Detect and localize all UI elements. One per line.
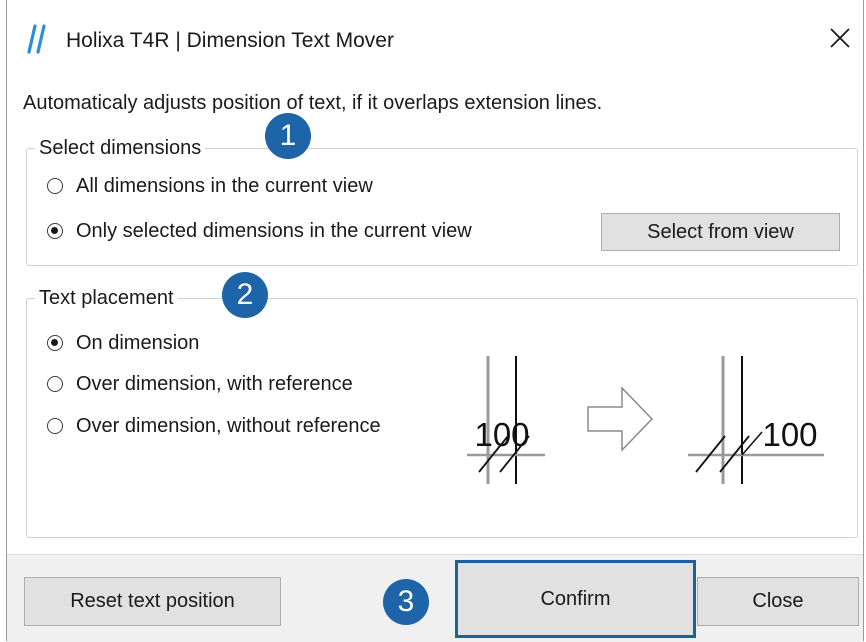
close-button[interactable]: Close	[697, 577, 859, 626]
radio-button[interactable]	[47, 418, 63, 434]
after-dimension-text: 100	[762, 416, 817, 453]
reset-text-position-button[interactable]: Reset text position	[24, 577, 281, 626]
text-placement-illustration: 100 100	[467, 356, 824, 484]
radio-button[interactable]	[47, 376, 63, 392]
radio-label: Over dimension, with reference	[76, 373, 353, 395]
close-icon[interactable]	[826, 24, 854, 52]
radio-on-dimension[interactable]: On dimension	[47, 329, 199, 357]
radio-all-dimensions[interactable]: All dimensions in the current view	[47, 172, 373, 200]
radio-over-without-reference[interactable]: Over dimension, without reference	[47, 412, 381, 440]
confirm-button[interactable]: Confirm	[455, 560, 696, 638]
radio-over-with-reference[interactable]: Over dimension, with reference	[47, 370, 353, 398]
select-from-view-button[interactable]: Select from view	[601, 213, 840, 251]
after-diagram: 100	[688, 356, 824, 484]
radio-label: All dimensions in the current view	[76, 175, 373, 197]
step-badge-2: 2	[222, 272, 268, 318]
radio-label: Over dimension, without reference	[76, 415, 381, 437]
text-placement-legend: Text placement	[35, 285, 178, 311]
before-dimension-text: 100	[474, 416, 529, 453]
radio-selected-dimensions[interactable]: Only selected dimensions in the current …	[47, 217, 472, 245]
radio-label: On dimension	[76, 332, 200, 354]
description-text: Automaticaly adjusts position of text, i…	[23, 92, 603, 114]
select-dimensions-legend: Select dimensions	[35, 135, 206, 161]
holixa-logo-icon	[27, 24, 46, 54]
window-title: Holixa T4R | Dimension Text Mover	[66, 29, 394, 52]
radio-button[interactable]	[47, 335, 63, 351]
radio-button[interactable]	[47, 178, 63, 194]
radio-button[interactable]	[47, 223, 63, 239]
step-badge-3: 3	[383, 579, 429, 625]
radio-label: Only selected dimensions in the current …	[76, 220, 472, 242]
step-badge-1: 1	[265, 113, 311, 159]
right-arrow-icon	[587, 386, 654, 452]
before-diagram: 100	[467, 356, 545, 484]
